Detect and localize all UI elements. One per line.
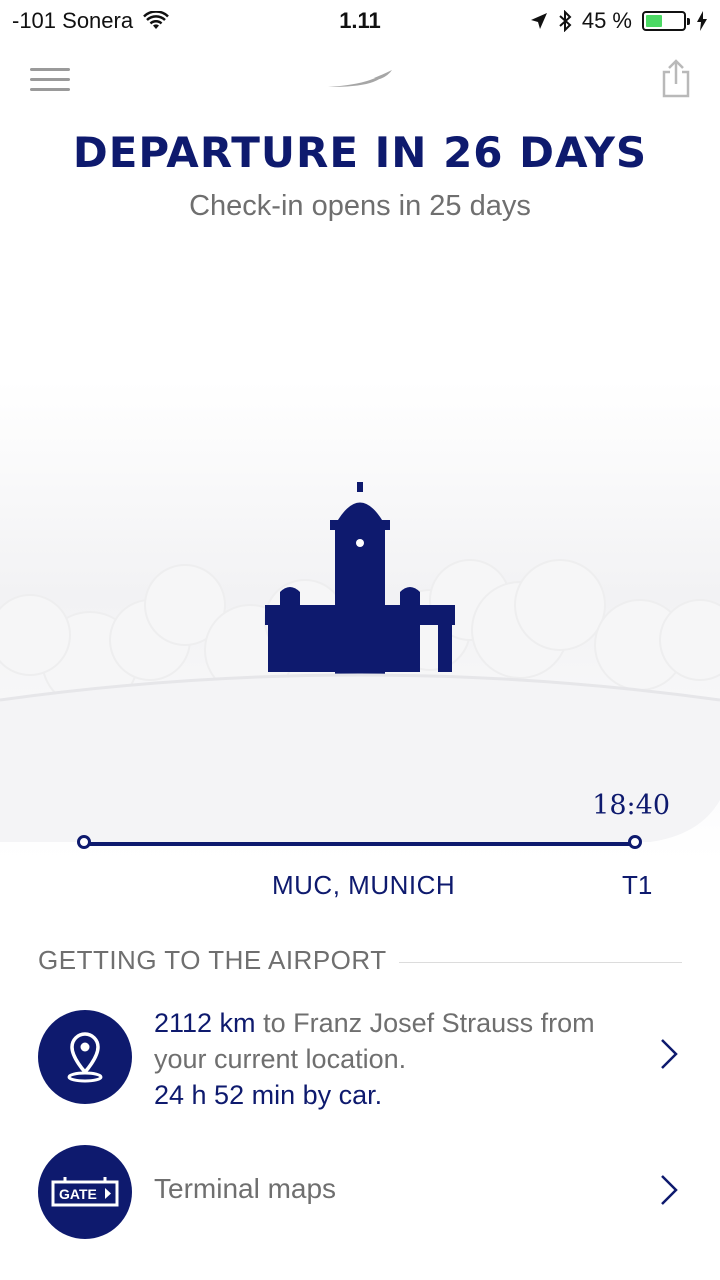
status-right: 45 % [530, 8, 708, 34]
status-bar: -101 Sonera 1.11 45 % [0, 0, 720, 40]
gate-circle: GATE [38, 1145, 132, 1239]
section-label: GETTING TO THE AIRPORT [38, 945, 387, 975]
gate-badge-text: GATE [59, 1186, 97, 1202]
battery-tip [687, 18, 690, 25]
location-circle [38, 1010, 132, 1104]
route-origin-dot [77, 835, 91, 849]
travel-duration: 24 h 52 min by car. [154, 1080, 383, 1110]
charging-bolt-icon [697, 11, 707, 31]
location-arrow-icon [530, 13, 547, 29]
menu-line [30, 68, 70, 71]
departure-time: 18:40 [592, 790, 670, 821]
gate-sign-icon: GATE [51, 1177, 119, 1207]
terminal-maps-row[interactable]: GATE Terminal maps [38, 1145, 688, 1241]
airline-logo [328, 70, 392, 87]
location-pin-icon [67, 1032, 103, 1083]
hamburger-icon[interactable] [30, 68, 70, 92]
airport-label: MUC, MUNICH [272, 870, 456, 900]
share-icon[interactable] [660, 58, 692, 98]
directions-row[interactable]: 2112 km to Franz Josef Strauss from your… [38, 1005, 688, 1115]
page-title: DEPARTURE IN 26 DAYS [72, 128, 648, 177]
section-header: GETTING TO THE AIRPORT [38, 945, 682, 976]
chevron-right-icon [661, 1175, 678, 1205]
battery-percent: 45 % [581, 8, 632, 33]
nav-bar [0, 48, 720, 112]
terminal-label: T1 [622, 870, 653, 900]
route-line [84, 842, 636, 846]
destination-illustration [0, 380, 720, 860]
distance-value: 2112 km [154, 1008, 256, 1038]
directions-text: 2112 km to Franz Josef Strauss from your… [154, 1005, 644, 1113]
battery-icon [642, 11, 690, 31]
menu-line [30, 78, 70, 81]
menu-line [30, 88, 70, 91]
battery-fill [646, 15, 663, 27]
route-destination-dot [628, 835, 642, 849]
bluetooth-icon [559, 10, 572, 32]
chevron-right-icon [661, 1039, 678, 1069]
terminal-maps-label: Terminal maps [154, 1173, 337, 1204]
section-divider [398, 962, 682, 963]
checkin-subtitle: Check-in opens in 25 days [189, 190, 531, 222]
